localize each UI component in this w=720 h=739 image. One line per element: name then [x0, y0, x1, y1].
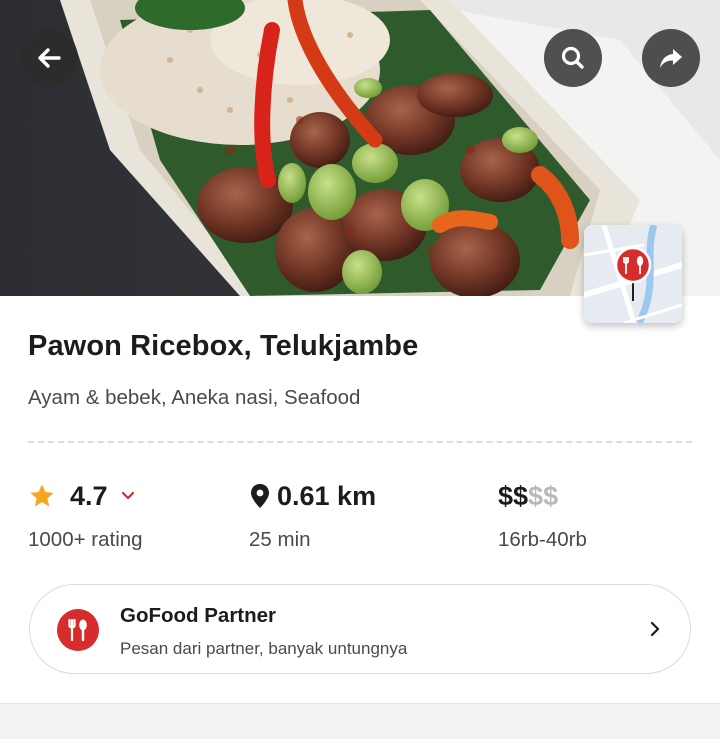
partner-logo: [57, 609, 99, 651]
arrow-left-icon: [38, 48, 61, 68]
chevron-right-icon[interactable]: [646, 619, 664, 639]
section-separator: [0, 703, 720, 739]
share-button[interactable]: [642, 29, 700, 87]
fork-spoon-icon: [68, 618, 87, 642]
partner-subtitle: Pesan dari partner, banyak untungnya: [120, 639, 408, 658]
star-icon: [30, 484, 54, 507]
price-range: 16rb-40rb: [498, 528, 587, 551]
search-icon: [561, 46, 584, 69]
back-button[interactable]: [20, 29, 78, 87]
chevron-down-icon[interactable]: [120, 488, 136, 504]
share-icon: [660, 49, 682, 68]
delivery-time: 25 min: [249, 528, 311, 551]
partner-title: GoFood Partner: [120, 604, 277, 627]
restaurant-cuisines: Ayam & bebek, Aneka nasi, Seafood: [28, 386, 361, 409]
price-stat: $$ $$ 16rb-40rb: [498, 478, 587, 552]
map-pin-icon: [584, 225, 682, 323]
price-level-active: $$: [498, 480, 529, 511]
rating-stat[interactable]: 4.7 1000+ rating: [28, 478, 143, 552]
distance-value: 0.61 km: [277, 480, 377, 511]
restaurant-name: Pawon Ricebox, Telukjambe: [28, 330, 419, 362]
rating-value: 4.7: [70, 480, 108, 511]
dashed-divider: [28, 441, 692, 443]
rating-count: 1000+ rating: [28, 528, 143, 551]
search-button[interactable]: [544, 29, 602, 87]
price-level-inactive: $$: [528, 480, 559, 511]
map-thumbnail[interactable]: [584, 225, 682, 323]
distance-stat: 0.61 km 25 min: [249, 478, 376, 552]
gofood-partner-card[interactable]: GoFood Partner Pesan dari partner, banya…: [29, 584, 691, 674]
location-pin-icon: [251, 484, 269, 508]
